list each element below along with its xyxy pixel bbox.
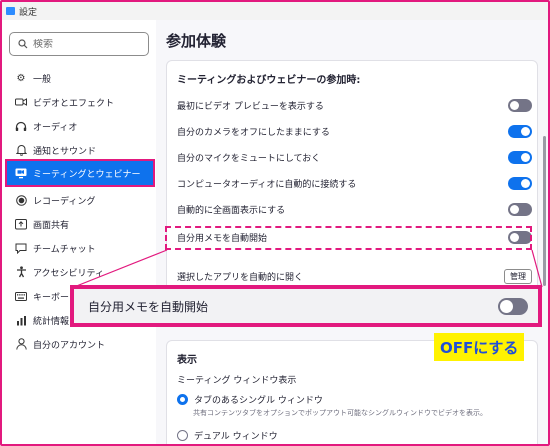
radio-single-window[interactable]: タブのあるシングル ウィンドウ bbox=[177, 393, 323, 406]
sidebar: ⚙ 一般 ビデオとエフェクト オーディオ 通知とサウンド ミーティングとウェ bbox=[2, 20, 156, 444]
sidebar-item-label: 画面共有 bbox=[33, 220, 70, 231]
setting-label: コンピュータオーディオに自動的に接続する bbox=[177, 179, 357, 190]
setting-label: 最初にビデオ プレビューを表示する bbox=[177, 101, 324, 112]
setting-row-auto-open-apps: 選択したアプリを自動的に開く 管理 bbox=[177, 266, 532, 286]
radio-button[interactable] bbox=[177, 394, 188, 405]
toggle-mic-mute[interactable] bbox=[508, 150, 532, 164]
option-hint: 共有コンテンツタブをオプションでポップアウト可能なシングルウィンドウでビデオを表… bbox=[193, 409, 487, 417]
manage-apps-button[interactable]: 管理 bbox=[504, 268, 532, 284]
section-heading: 表示 bbox=[177, 355, 197, 366]
setting-label: 選択したアプリを自動的に開く bbox=[177, 272, 304, 283]
sidebar-item-label: アクセシビリティ bbox=[33, 268, 105, 279]
sidebar-item-team-chat[interactable]: チームチャット bbox=[9, 236, 153, 260]
sidebar-item-label: 通知とサウンド bbox=[33, 146, 97, 157]
sidebar-item-label: 一般 bbox=[33, 74, 52, 85]
callout-label: 自分用メモを自動開始 bbox=[88, 299, 209, 314]
search-box[interactable] bbox=[9, 32, 149, 56]
sidebar-item-label: レコーディング bbox=[33, 196, 96, 207]
setting-row-camera-off: 自分のカメラをオフにしたままにする bbox=[177, 121, 532, 141]
sidebar-item-video[interactable]: ビデオとエフェクト bbox=[9, 90, 153, 114]
toggle-camera-off[interactable] bbox=[508, 124, 532, 138]
accessibility-icon bbox=[15, 266, 27, 278]
instruction-badge: OFFにする bbox=[434, 333, 525, 361]
sidebar-item-audio[interactable]: オーディオ bbox=[9, 114, 153, 138]
callout-toggle-auto-notes[interactable] bbox=[498, 297, 528, 315]
section-heading: ミーティングおよびウェビナーの参加時: bbox=[177, 75, 361, 86]
setting-label: 自分のカメラをオフにしたままにする bbox=[177, 127, 330, 138]
sidebar-item-screen-share[interactable]: 画面共有 bbox=[9, 212, 153, 236]
page-title: 参加体験 bbox=[166, 32, 227, 50]
window-title: 設定 bbox=[19, 7, 38, 18]
sidebar-item-label: ビデオとエフェクト bbox=[33, 98, 115, 109]
sidebar-item-label: 自分のアカウント bbox=[33, 340, 106, 351]
monitor-icon bbox=[15, 167, 27, 179]
sidebar-item-label: 統計情報 bbox=[33, 316, 70, 327]
radio-dual-window[interactable]: デュアル ウィンドウ bbox=[177, 429, 278, 442]
settings-window: 設定 ⚙ 一般 ビデオとエフェクト オーディオ 通知とサウンド bbox=[0, 0, 550, 446]
setting-label: 自分のマイクをミュートにしておく bbox=[177, 153, 321, 164]
setting-row-video-preview: 最初にビデオ プレビューを表示する bbox=[177, 95, 532, 115]
sidebar-item-label: オーディオ bbox=[33, 122, 78, 133]
radio-button[interactable] bbox=[177, 430, 188, 441]
setting-row-mic-mute: 自分のマイクをミュートにしておく bbox=[177, 147, 532, 167]
app-icon bbox=[6, 7, 15, 15]
stats-icon bbox=[15, 314, 27, 326]
sidebar-item-recording[interactable]: レコーディング bbox=[9, 188, 153, 212]
toggle-fullscreen[interactable] bbox=[508, 202, 532, 216]
radio-label: タブのあるシングル ウィンドウ bbox=[194, 396, 323, 406]
toggle-video-preview[interactable] bbox=[508, 98, 532, 112]
sidebar-item-label: ミーティングとウェビナー bbox=[33, 169, 141, 180]
setting-label: 自動的に全画面表示にする bbox=[177, 205, 286, 216]
person-icon bbox=[15, 338, 27, 350]
radio-label: デュアル ウィンドウ bbox=[194, 432, 278, 442]
section-subheading: ミーティング ウィンドウ表示 bbox=[177, 376, 297, 386]
sidebar-item-general[interactable]: ⚙ 一般 bbox=[9, 66, 153, 90]
bell-icon bbox=[15, 144, 27, 156]
sidebar-item-label: チームチャット bbox=[33, 244, 96, 255]
toggle-computer-audio[interactable] bbox=[508, 176, 532, 190]
sidebar-item-meetings[interactable]: ミーティングとウェビナー bbox=[5, 159, 155, 187]
keyboard-icon bbox=[15, 290, 27, 302]
title-bar: 設定 bbox=[2, 2, 548, 20]
setting-row-computer-audio: コンピュータオーディオに自動的に接続する bbox=[177, 173, 532, 193]
scrollbar-thumb[interactable] bbox=[543, 136, 546, 286]
video-camera-icon bbox=[15, 96, 27, 108]
share-screen-icon bbox=[15, 218, 27, 230]
headphones-icon bbox=[15, 120, 27, 132]
chat-icon bbox=[15, 242, 27, 254]
sidebar-item-account[interactable]: 自分のアカウント bbox=[9, 332, 153, 356]
gear-icon: ⚙ bbox=[16, 72, 26, 84]
record-icon bbox=[15, 194, 27, 206]
search-input[interactable] bbox=[33, 38, 133, 50]
zoom-callout: 自分用メモを自動開始 bbox=[70, 285, 542, 327]
highlight-dashed-box bbox=[165, 226, 532, 250]
join-settings-card: ミーティングおよびウェビナーの参加時: 最初にビデオ プレビューを表示する 自分… bbox=[166, 60, 538, 300]
setting-row-fullscreen: 自動的に全画面表示にする bbox=[177, 199, 532, 219]
search-icon bbox=[18, 39, 28, 49]
sidebar-item-accessibility[interactable]: アクセシビリティ bbox=[9, 260, 153, 284]
